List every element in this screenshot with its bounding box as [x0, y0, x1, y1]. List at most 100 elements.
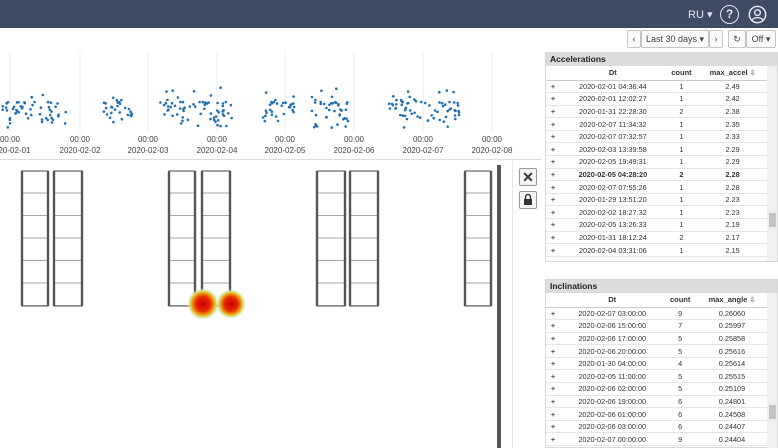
- column-dt[interactable]: Dt: [560, 66, 666, 81]
- column-dt[interactable]: Dt: [560, 293, 665, 308]
- table-row[interactable]: +2020-02-06 03:00:00 6 0.24407: [546, 420, 768, 434]
- auto-refresh-dropdown[interactable]: Off ▾: [746, 30, 776, 48]
- cell-val: 0.26060: [695, 307, 768, 321]
- refresh-button[interactable]: ↻: [728, 30, 746, 48]
- expand-row-icon[interactable]: +: [546, 92, 560, 106]
- table-row[interactable]: +2020-02-07 07:55:26 1 2.28: [546, 180, 768, 194]
- inclinations-scrollbar[interactable]: [767, 293, 777, 448]
- expand-row-icon[interactable]: +: [546, 155, 560, 169]
- expand-row-icon[interactable]: +: [546, 205, 560, 220]
- timeline-plot[interactable]: 00:00 2020-02-01 00:00 2020-02-02 00:00 2020-…: [0, 52, 542, 160]
- table-row[interactable]: +2020-01-31 18:12:24 2 2.17: [546, 231, 768, 245]
- cell-val: 2.23: [697, 205, 768, 220]
- table-row[interactable]: +2020-02-07 03:00:00 9 0.26060: [546, 307, 768, 321]
- expand-row-icon[interactable]: +: [546, 332, 560, 346]
- expand-row-icon[interactable]: +: [546, 117, 560, 131]
- table-row[interactable]: +2020-02-07 11:34:32 1 2.35: [546, 117, 768, 131]
- table-row[interactable]: +2020-02-06 01:00:00 6 0.24508: [546, 407, 768, 421]
- table-row[interactable]: +2020-02-01 12:02:27 1 2.42: [546, 92, 768, 106]
- table-row[interactable]: +2020-02-07 00:00:00 9 0.24404: [546, 432, 768, 447]
- scatter-point: [214, 115, 218, 118]
- language-selector[interactable]: RU ▾: [688, 8, 712, 21]
- table-row[interactable]: +2020-02-06 02:00:00 5 0.25109: [546, 382, 768, 396]
- accelerations-scrollbar[interactable]: [767, 66, 777, 261]
- scatter-point: [330, 95, 334, 99]
- expand-row-icon[interactable]: +: [546, 231, 560, 245]
- cell-cnt: 6: [664, 407, 696, 421]
- user-circle-icon[interactable]: [748, 5, 767, 24]
- cell-cnt: 2: [665, 105, 698, 119]
- table-row[interactable]: +2020-02-02 18:27:32 1 2.23: [546, 205, 768, 220]
- scatter-point: [406, 102, 409, 105]
- table-row[interactable]: +2020-02-04 03:31:06 1 2.15: [546, 243, 768, 257]
- scatter-point: [8, 122, 12, 125]
- table-row[interactable]: +2020-02-06 19:00:00 6 0.24801: [546, 395, 768, 409]
- expand-row-icon[interactable]: +: [546, 319, 560, 333]
- table-row[interactable]: +2020-02-06 15:00:00 7 0.25997: [546, 319, 768, 333]
- table-row[interactable]: +2020-01-31 22:28:30 2 2.38: [546, 105, 768, 119]
- column-count[interactable]: count: [665, 66, 698, 81]
- close-icon[interactable]: ✕: [519, 168, 537, 186]
- warehouse-map[interactable]: [0, 161, 512, 448]
- expand-row-icon[interactable]: +: [546, 432, 560, 447]
- table-row[interactable]: +2020-02-06 17:00:00 5 0.25858: [546, 332, 768, 346]
- expand-row-icon[interactable]: +: [546, 168, 560, 182]
- expand-row-icon[interactable]: +: [546, 142, 560, 157]
- scatter-point: [179, 100, 182, 104]
- expand-row-icon[interactable]: +: [546, 357, 560, 371]
- expand-row-icon[interactable]: +: [546, 130, 560, 144]
- previous-range-button[interactable]: ‹: [627, 30, 641, 48]
- sort-icon[interactable]: ⇩: [749, 297, 755, 304]
- cell-cnt: 1: [665, 155, 698, 169]
- scatter-point: [176, 113, 179, 116]
- sort-icon[interactable]: ⇩: [750, 70, 756, 77]
- scatter-point: [181, 119, 184, 123]
- scatter-point: [54, 105, 57, 108]
- time-range-dropdown[interactable]: Last 30 days ▾: [641, 30, 709, 48]
- expand-row-icon[interactable]: +: [546, 382, 560, 396]
- expand-row-icon[interactable]: +: [546, 80, 560, 94]
- table-row[interactable]: +2020-02-07 07:32:57 1 2.33: [546, 130, 768, 144]
- heat-spot[interactable]: [216, 289, 246, 319]
- table-row[interactable]: +2020-02-05 11:00:00 5 0.25515: [546, 369, 768, 384]
- next-range-button[interactable]: ›: [709, 30, 723, 48]
- lock-icon[interactable]: [519, 191, 537, 209]
- expand-row-icon[interactable]: +: [546, 395, 560, 409]
- table-row[interactable]: +2020-01-29 13:51:20 1 2.23: [546, 193, 768, 207]
- cell-cnt: 5: [664, 344, 696, 358]
- expand-row-icon[interactable]: +: [546, 243, 560, 257]
- scatter-point: [320, 89, 323, 93]
- cell-cnt: 1: [665, 243, 698, 257]
- cell-cnt: 2: [665, 231, 698, 245]
- table-row[interactable]: +2020-02-03 13:39:58 1 2.29: [546, 142, 768, 157]
- column-max-angle[interactable]: max_angle ⇩: [695, 293, 768, 308]
- expand-row-icon[interactable]: +: [546, 420, 560, 434]
- expand-row-icon[interactable]: +: [546, 105, 560, 119]
- expand-row-icon[interactable]: +: [546, 193, 560, 207]
- expand-row-icon[interactable]: +: [546, 218, 560, 232]
- table-row[interactable]: +2020-02-05 04:28:20 2 2.28: [546, 168, 768, 182]
- scatter-point: [268, 108, 272, 112]
- scatter-point: [322, 102, 326, 106]
- scatter-point: [325, 115, 328, 119]
- expand-row-icon[interactable]: +: [546, 180, 560, 194]
- expand-row-icon[interactable]: +: [546, 344, 560, 358]
- column-count[interactable]: count: [664, 293, 696, 308]
- table-row[interactable]: +2020-02-05 19:49:31 1 2.29: [546, 155, 768, 169]
- scrollbar-thumb[interactable]: [769, 213, 776, 227]
- column-max-accel[interactable]: max_accel ⇩: [697, 66, 768, 81]
- scatter-point: [430, 114, 434, 117]
- expand-row-icon[interactable]: +: [546, 407, 560, 421]
- table-row[interactable]: +2020-02-01 04:36:44 1 2.49: [546, 80, 768, 94]
- scatter-point: [209, 117, 212, 121]
- expand-row-icon[interactable]: +: [546, 369, 560, 384]
- table-row[interactable]: +2020-02-05 13:26:33 1 2.19: [546, 218, 768, 232]
- cell-dt: 2020-01-31 22:28:30: [560, 105, 666, 119]
- help-icon[interactable]: ?: [720, 5, 739, 24]
- expand-row-icon[interactable]: +: [546, 307, 560, 321]
- heat-spot[interactable]: [187, 288, 219, 320]
- table-row[interactable]: +2020-01-30 04:00:00 4 0.25614: [546, 357, 768, 371]
- scatter-point: [438, 90, 441, 94]
- table-row[interactable]: +2020-02-06 20:00:00 5 0.25616: [546, 344, 768, 358]
- scrollbar-thumb[interactable]: [769, 405, 776, 419]
